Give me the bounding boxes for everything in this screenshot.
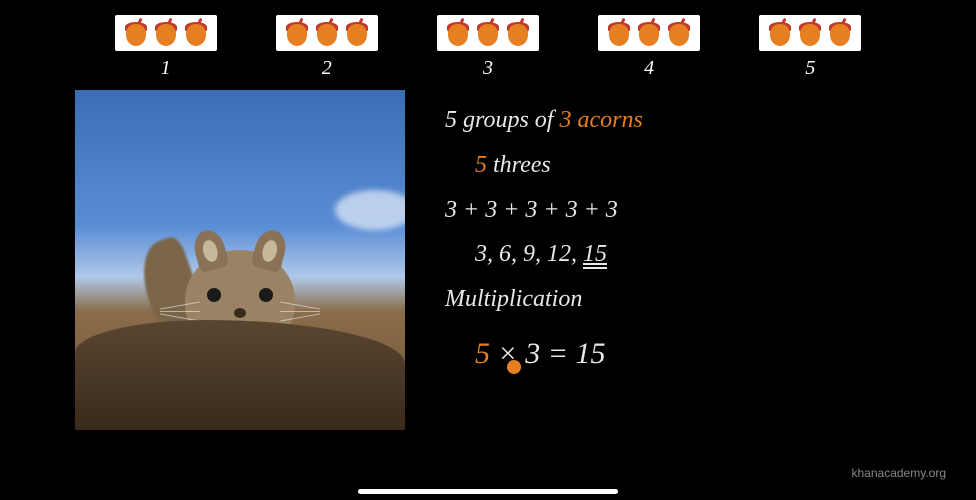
- lesson-line-6: 5 × 3 = 15: [445, 328, 643, 379]
- text-5: 5: [475, 152, 487, 178]
- acorn-icon: [183, 20, 209, 46]
- acorn-group-4: 4: [598, 15, 700, 80]
- text-skip-count: 3, 6, 9, 12,: [475, 241, 583, 267]
- acorn-icon: [445, 20, 471, 46]
- acorn-group-2: 2: [276, 15, 378, 80]
- acorn-box: [115, 15, 217, 51]
- group-label: 5: [805, 57, 815, 80]
- text-3-acorns: 3 acorns: [559, 107, 642, 133]
- video-progress-bar[interactable]: [358, 489, 618, 494]
- acorn-group-3: 3: [437, 15, 539, 80]
- acorn-icon: [344, 20, 370, 46]
- group-label: 2: [322, 57, 332, 80]
- acorn-icon: [666, 20, 692, 46]
- acorn-icon: [505, 20, 531, 46]
- main-content: 5 groups of 3 acorns 5 threes 3 + 3 + 3 …: [0, 80, 976, 430]
- text-groups-of: 5 groups of: [445, 107, 559, 133]
- lesson-line-3: 3 + 3 + 3 + 3 + 3: [445, 190, 643, 231]
- acorn-group-5: 5: [759, 15, 861, 80]
- acorn-group-1: 1: [115, 15, 217, 80]
- acorn-box: [437, 15, 539, 51]
- acorn-icon: [284, 20, 310, 46]
- lesson-line-5: Multiplication: [445, 279, 643, 320]
- acorn-icon: [767, 20, 793, 46]
- lesson-line-4: 3, 6, 9, 12, 15: [445, 234, 643, 275]
- acorn-icon: [827, 20, 853, 46]
- group-label: 1: [161, 57, 171, 80]
- acorn-box: [276, 15, 378, 51]
- acorn-icon: [314, 20, 340, 46]
- cursor-dot-icon: [507, 360, 521, 374]
- acorn-icon: [123, 20, 149, 46]
- acorn-groups-row: 1 2 3 4 5: [0, 0, 976, 80]
- group-label: 4: [644, 57, 654, 80]
- lesson-line-2: 5 threes: [445, 145, 643, 186]
- acorn-icon: [475, 20, 501, 46]
- group-label: 3: [483, 57, 493, 80]
- acorn-icon: [636, 20, 662, 46]
- acorn-box: [598, 15, 700, 51]
- text-result-5: 5: [475, 337, 490, 370]
- lesson-line-1: 5 groups of 3 acorns: [445, 100, 643, 141]
- acorn-icon: [797, 20, 823, 46]
- text-15: 15: [583, 241, 607, 267]
- lesson-text: 5 groups of 3 acorns 5 threes 3 + 3 + 3 …: [445, 90, 643, 430]
- text-threes: threes: [487, 152, 551, 178]
- acorn-box: [759, 15, 861, 51]
- squirrel-photo: [75, 90, 405, 430]
- acorn-icon: [153, 20, 179, 46]
- acorn-icon: [606, 20, 632, 46]
- watermark: khanacademy.org: [852, 466, 947, 480]
